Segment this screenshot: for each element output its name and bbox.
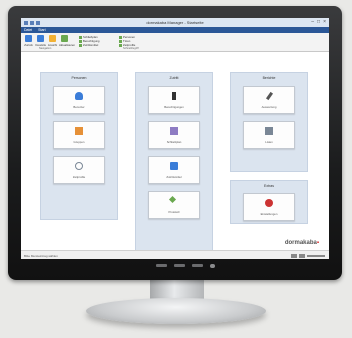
tile-label: Einstellungen bbox=[260, 212, 278, 216]
ribbon-back-button[interactable]: Zurück bbox=[23, 35, 34, 47]
pen-icon bbox=[265, 91, 274, 101]
tile-label: Protokoll bbox=[168, 210, 180, 214]
tile-zutrittsmittel[interactable]: Zutrittsmittel bbox=[148, 156, 200, 184]
tile-label: Benutzer bbox=[73, 105, 85, 109]
tile-label: Gruppen bbox=[73, 140, 85, 144]
back-icon bbox=[25, 35, 32, 42]
view-icon bbox=[49, 35, 56, 42]
list-icon bbox=[265, 127, 273, 135]
maximize-icon[interactable]: □ bbox=[317, 18, 320, 27]
ribbon-view-button[interactable]: Ansicht bbox=[47, 35, 58, 47]
title-bar: dormakaba Manager - Startseite – □ × bbox=[21, 18, 329, 27]
ribbon-group-label: Navigation bbox=[39, 47, 52, 50]
ribbon-forward-button[interactable]: Vorwärts bbox=[35, 35, 46, 47]
user-icon bbox=[75, 92, 83, 100]
monitor-input-button bbox=[174, 264, 185, 267]
menu-start[interactable]: Start bbox=[38, 28, 45, 32]
list-icon bbox=[79, 35, 82, 39]
brand-name: dormakaba bbox=[284, 240, 317, 246]
brand-logo: dormakaba▪ bbox=[285, 240, 319, 246]
tile-label: Berechtigungen bbox=[164, 105, 184, 109]
plan-icon bbox=[170, 127, 178, 135]
clock-icon bbox=[75, 162, 83, 170]
panel-title: Personen bbox=[71, 76, 87, 80]
tile-schliessplan[interactable]: Schließplan bbox=[148, 121, 200, 149]
ribbon-back-label: Zurück bbox=[24, 43, 33, 47]
tile-listen[interactable]: Listen bbox=[243, 121, 295, 149]
tile-label: Auswertung bbox=[261, 105, 277, 109]
menu-file[interactable]: Datei bbox=[24, 28, 32, 32]
window-controls: – □ × bbox=[311, 18, 326, 27]
tile-label: Zeitprofile bbox=[72, 175, 86, 179]
panel-berichte: Berichte Auswertung Listen bbox=[230, 72, 308, 172]
card-icon bbox=[170, 162, 178, 170]
tile-gruppen[interactable]: Gruppen bbox=[53, 121, 105, 149]
ribbon-group-label: Schnellzugriff bbox=[123, 47, 139, 50]
panel-zutritt: Zutritt Berechtigungen Schließplan Zutri… bbox=[135, 72, 213, 252]
log-icon bbox=[168, 195, 177, 204]
zoom-slider[interactable] bbox=[307, 254, 325, 257]
list-icon bbox=[119, 35, 122, 39]
tile-label: Zutrittsmittel bbox=[166, 175, 182, 179]
panel-title: Berichte bbox=[262, 76, 276, 80]
view-layout-icon[interactable] bbox=[299, 253, 305, 258]
panel-title: Extras bbox=[264, 184, 274, 188]
brand-mark: ▪ bbox=[316, 240, 319, 246]
group-icon bbox=[75, 127, 83, 135]
status-controls bbox=[291, 253, 325, 258]
minimize-icon[interactable]: – bbox=[311, 18, 314, 27]
panel-extras: Extras Einstellungen bbox=[230, 180, 308, 224]
close-icon[interactable]: × bbox=[323, 18, 326, 27]
settings-icon bbox=[265, 199, 273, 207]
monitor-buttons bbox=[156, 264, 215, 268]
tile-protokoll[interactable]: Protokoll bbox=[148, 191, 200, 219]
status-text: Bitte Menüeintrag wählen bbox=[24, 253, 58, 258]
power-icon bbox=[210, 264, 215, 268]
panel-personen: Personen Benutzer Gruppen Zeitprofile bbox=[40, 72, 118, 220]
window-title: dormakaba Manager - Startseite bbox=[146, 20, 204, 25]
tile-benutzer[interactable]: Benutzer bbox=[53, 86, 105, 114]
forward-icon bbox=[37, 35, 44, 42]
view-normal-icon[interactable] bbox=[291, 253, 297, 258]
monitor-adjust-button bbox=[192, 264, 203, 267]
screen: dormakaba Manager - Startseite – □ × Dat… bbox=[21, 18, 329, 259]
monitor-menu-button bbox=[156, 264, 167, 267]
list-icon bbox=[119, 39, 122, 43]
list-icon bbox=[79, 39, 82, 43]
tile-zeitprofile[interactable]: Zeitprofile bbox=[53, 156, 105, 184]
panel-title: Zutritt bbox=[169, 76, 179, 80]
start-workspace: Personen Benutzer Gruppen Zeitprofile Zu… bbox=[21, 52, 329, 252]
ribbon: Zurück Vorwärts Ansicht Aktualisieren Sc… bbox=[21, 33, 329, 52]
ribbon-small-group-2: Personen Türen Zeitprofile bbox=[119, 35, 165, 47]
tile-label: Schließplan bbox=[166, 140, 182, 144]
tile-label: Listen bbox=[265, 140, 273, 144]
refresh-icon bbox=[61, 35, 68, 42]
monitor-stand-base bbox=[86, 298, 266, 324]
tile-berechtigungen[interactable]: Berechtigungen bbox=[148, 86, 200, 114]
list-icon bbox=[119, 43, 122, 47]
list-icon bbox=[79, 43, 82, 47]
ribbon-refresh-button[interactable]: Aktualisieren bbox=[59, 35, 76, 47]
ribbon-refresh-label: Aktualisieren bbox=[59, 43, 76, 47]
key-icon bbox=[172, 92, 176, 100]
tile-einstellungen[interactable]: Einstellungen bbox=[243, 193, 295, 221]
tile-auswertung[interactable]: Auswertung bbox=[243, 86, 295, 114]
status-bar: Bitte Menüeintrag wählen bbox=[21, 250, 329, 259]
